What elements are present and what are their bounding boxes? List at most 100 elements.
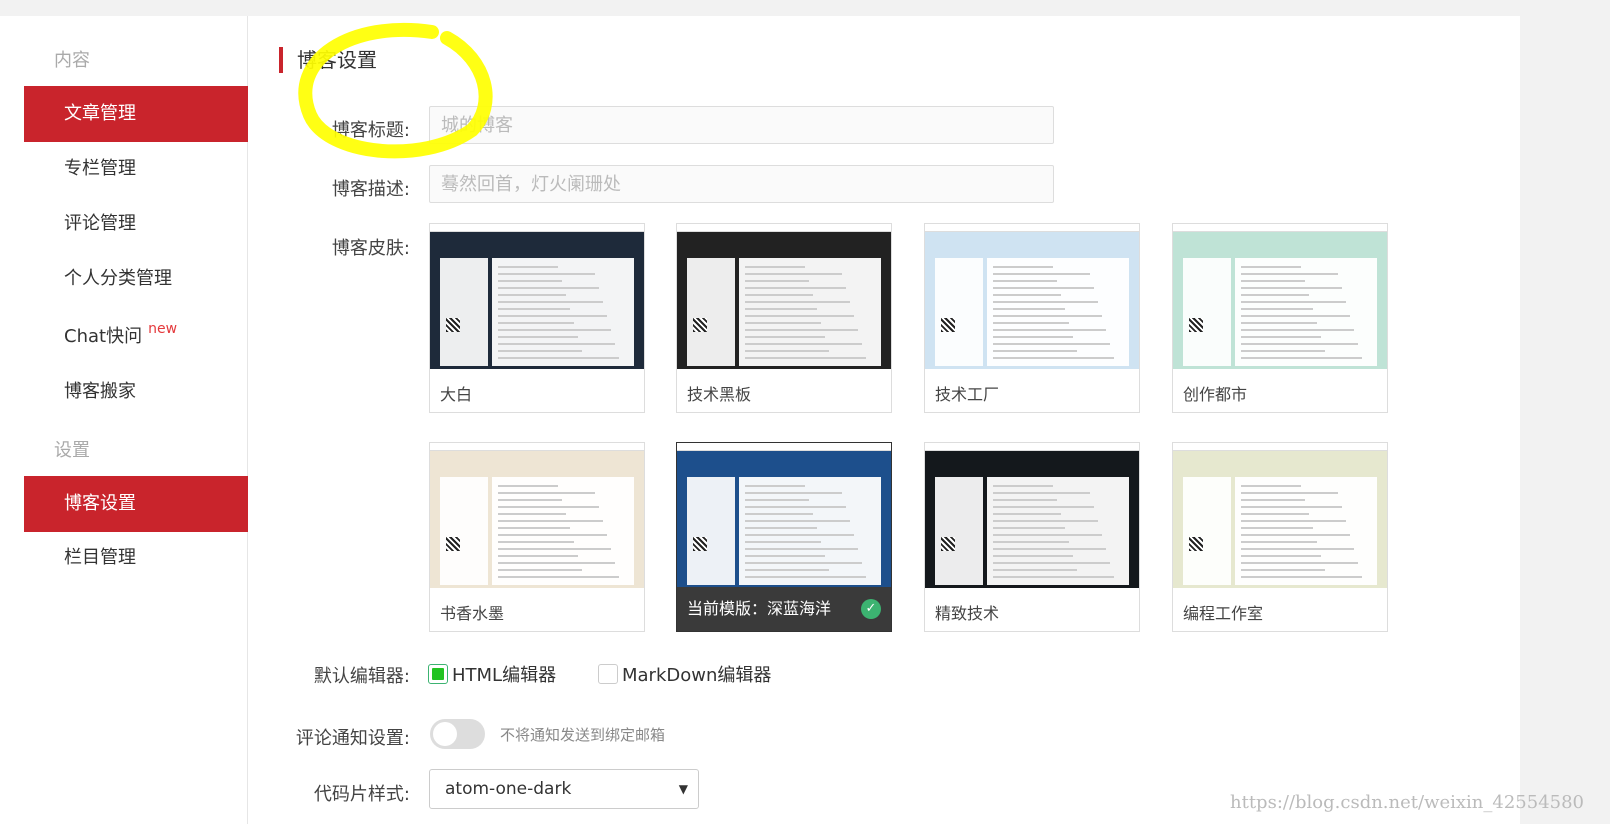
qr-code-icon <box>1189 537 1203 551</box>
thumbnail-text-line <box>1241 541 1317 543</box>
skin-card[interactable]: 书香水墨 <box>429 442 645 632</box>
skin-card[interactable]: 当前模版：深蓝海洋 ✓ <box>676 442 892 632</box>
thumbnail-text-line <box>498 315 607 317</box>
thumbnail-text-line <box>1241 520 1346 522</box>
thumbnail-sidebar <box>935 258 983 366</box>
sidebar-item-comments[interactable]: 评论管理 <box>24 196 248 252</box>
thumbnail-text-line <box>745 350 829 352</box>
thumbnail-text-line <box>993 308 1065 310</box>
thumbnail-text-line <box>745 301 850 303</box>
check-icon: ✓ <box>861 599 881 619</box>
skin-card[interactable]: 技术工厂 <box>924 223 1140 413</box>
thumbnail-text-line <box>1241 280 1305 282</box>
thumbnail-banner <box>430 232 644 256</box>
thumbnail-text-line <box>993 548 1106 550</box>
page-title: 博客设置 <box>279 47 377 73</box>
skin-card[interactable]: 大白 <box>429 223 645 413</box>
sidebar-item-chat[interactable]: Chat快问 new <box>24 309 248 365</box>
thumbnail-text-line <box>745 343 862 345</box>
thumbnail-text-line <box>498 513 566 515</box>
comment-notify-toggle[interactable] <box>430 719 485 749</box>
thumbnail-body <box>687 258 881 368</box>
thumbnail-text-line <box>1241 343 1358 345</box>
blog-title-input[interactable] <box>429 106 1054 144</box>
thumbnail-banner <box>925 232 1139 256</box>
skin-thumbnail <box>430 443 644 588</box>
sidebar-item-columns[interactable]: 专栏管理 <box>24 141 248 197</box>
thumbnail-banner <box>925 451 1139 475</box>
thumbnail-text-line <box>498 287 599 289</box>
qr-code-icon <box>446 537 460 551</box>
thumbnail-text-line <box>498 492 595 494</box>
skin-name: 技术工厂 <box>935 385 1000 404</box>
thumbnail-text-line <box>1241 294 1309 296</box>
qr-code-icon <box>941 537 955 551</box>
thumbnail-text-line <box>745 485 805 487</box>
thumbnail-topbar <box>1173 224 1387 232</box>
thumbnail-text-line <box>993 287 1094 289</box>
thumbnail-sidebar <box>440 477 488 585</box>
thumbnail-text-line <box>993 555 1073 557</box>
thumbnail-text-line <box>1241 301 1346 303</box>
skin-name: 精致技术 <box>935 604 1000 623</box>
thumbnail-text-line <box>498 520 603 522</box>
sidebar-item-articles[interactable]: 文章管理 <box>24 86 248 142</box>
skin-thumbnail <box>1173 224 1387 369</box>
thumbnail-main <box>739 258 881 366</box>
skin-name: 书香水墨 <box>440 604 505 623</box>
thumbnail-text-line <box>1241 287 1342 289</box>
html-editor-checkbox[interactable] <box>428 664 448 684</box>
section-title-settings: 设置 <box>54 440 90 461</box>
thumbnail-text-line <box>1241 562 1358 564</box>
comment-notify-label: 评论通知设置: <box>295 728 410 749</box>
skin-card[interactable]: 编程工作室 <box>1172 442 1388 632</box>
thumbnail-text-line <box>498 485 558 487</box>
thumbnail-text-line <box>745 280 809 282</box>
thumbnail-text-line <box>1241 548 1354 550</box>
current-template-label: 当前模版：深蓝海洋 <box>687 599 832 618</box>
thumbnail-text-line <box>1241 308 1313 310</box>
thumbnail-text-line <box>993 266 1053 268</box>
thumbnail-main <box>492 258 634 366</box>
sidebar-item-column-manage[interactable]: 栏目管理 <box>24 530 248 586</box>
thumbnail-text-line <box>498 322 574 324</box>
thumbnail-text-line <box>745 520 850 522</box>
thumbnail-text-line <box>993 506 1094 508</box>
qr-code-icon <box>1189 318 1203 332</box>
skin-card[interactable]: 创作都市 <box>1172 223 1388 413</box>
thumbnail-text-line <box>1241 273 1338 275</box>
thumbnail-text-line <box>498 555 578 557</box>
thumbnail-text-line <box>1241 336 1321 338</box>
thumbnail-text-line <box>1241 357 1362 359</box>
thumbnail-text-line <box>498 329 611 331</box>
editor-markdown-option[interactable]: MarkDown编辑器 <box>598 661 771 687</box>
code-style-select[interactable]: atom-one-dark ▼ <box>429 769 699 809</box>
sidebar-item-blog-settings[interactable]: 博客设置 <box>24 476 248 532</box>
thumbnail-sidebar <box>935 477 983 585</box>
thumbnail-text-line <box>993 541 1069 543</box>
thumbnail-text-line <box>745 315 854 317</box>
qr-code-icon <box>941 318 955 332</box>
thumbnail-text-line <box>1241 492 1338 494</box>
sidebar-item-migrate[interactable]: 博客搬家 <box>24 364 248 420</box>
sidebar: 内容 文章管理 专栏管理 评论管理 个人分类管理 Chat快问 new 博客搬家 … <box>0 16 248 824</box>
skin-card[interactable]: 精致技术 <box>924 442 1140 632</box>
blog-desc-input[interactable] <box>429 165 1054 203</box>
thumbnail-topbar <box>925 224 1139 232</box>
sidebar-item-categories[interactable]: 个人分类管理 <box>24 251 248 307</box>
blog-desc-label: 博客描述: <box>331 179 410 200</box>
thumbnail-body <box>935 477 1129 587</box>
thumbnail-text-line <box>993 485 1053 487</box>
code-style-label: 代码片样式: <box>313 784 410 805</box>
skin-card[interactable]: 技术黑板 <box>676 223 892 413</box>
thumbnail-text-line <box>993 280 1057 282</box>
section-title-content: 内容 <box>54 50 90 71</box>
qr-code-icon <box>693 537 707 551</box>
markdown-editor-checkbox[interactable] <box>598 664 618 684</box>
editor-html-option[interactable]: HTML编辑器 <box>428 661 556 687</box>
thumbnail-text-line <box>1241 329 1354 331</box>
skin-thumbnail <box>430 224 644 369</box>
thumbnail-text-line <box>745 513 813 515</box>
thumbnail-text-line <box>993 562 1110 564</box>
thumbnail-text-line <box>993 520 1098 522</box>
